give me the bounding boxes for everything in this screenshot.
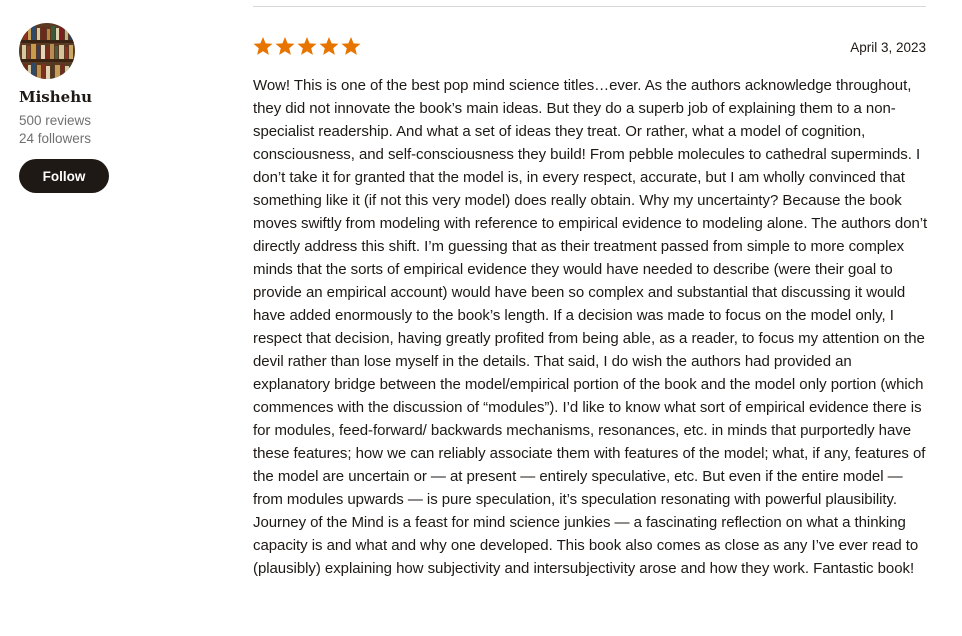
star-rating (253, 36, 361, 56)
reviewer-follower-count: 24 followers (19, 131, 92, 146)
star-icon (297, 36, 317, 56)
star-icon (319, 36, 339, 56)
star-icon (341, 36, 361, 56)
section-divider (253, 6, 926, 7)
star-icon (275, 36, 295, 56)
bookshelf-avatar-icon (19, 23, 75, 79)
reviewer-review-count: 500 reviews (19, 113, 92, 128)
review-body-text: Wow! This is one of the best pop mind sc… (253, 77, 928, 577)
reviewer-card: Mishehu 500 reviews 24 followers Follow (19, 23, 219, 193)
follow-button[interactable]: Follow (19, 159, 109, 193)
reviewer-name[interactable]: Mishehu (19, 88, 219, 106)
star-icon (253, 36, 273, 56)
review-header: April 3, 2023 (253, 36, 926, 58)
reviewer-avatar[interactable] (19, 23, 75, 79)
review-date[interactable]: April 3, 2023 (850, 40, 926, 55)
